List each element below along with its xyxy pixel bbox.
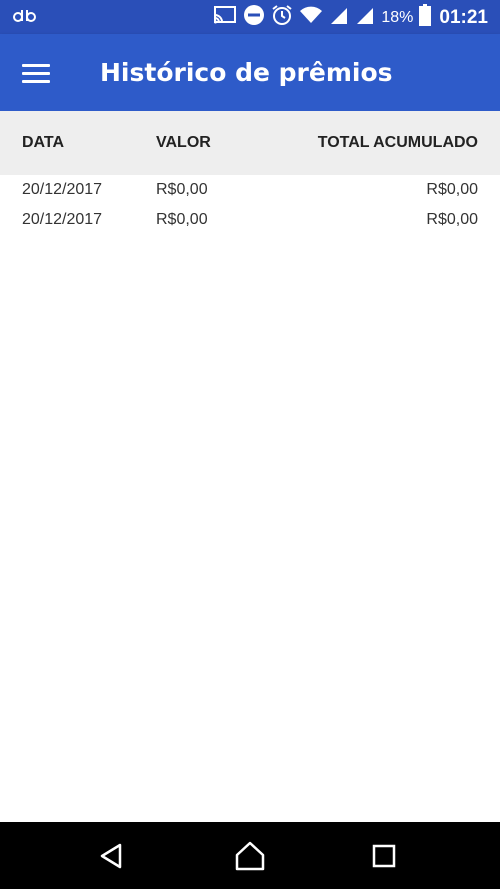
table-header: DATA VALOR TOTAL ACUMULADO [0, 111, 500, 175]
menu-icon [22, 63, 50, 67]
page-title: Histórico de prêmios [100, 58, 393, 87]
clock: 01:21 [439, 6, 488, 28]
row-date: 20/12/2017 [22, 211, 103, 228]
menu-button[interactable] [22, 56, 56, 90]
battery-percent: 18% [381, 8, 414, 26]
home-icon [230, 841, 270, 880]
table-row: 20/12/2017 R$0,00 R$0,00 [0, 205, 500, 235]
app-notification-icon [12, 6, 38, 29]
wifi-icon [299, 5, 323, 30]
row-value: R$0,00 [156, 181, 208, 198]
status-bar: 18% 01:21 [0, 0, 500, 34]
navigation-bar [0, 822, 500, 889]
battery-icon [419, 4, 432, 31]
status-left [12, 6, 38, 29]
signal-icon [329, 5, 349, 30]
app-bar: Histórico de prêmios [0, 34, 500, 111]
column-header-value: VALOR [156, 134, 211, 151]
alarm-icon [271, 4, 293, 31]
row-date: 20/12/2017 [22, 181, 103, 198]
column-header-date: DATA [22, 134, 65, 151]
home-button[interactable] [230, 836, 270, 876]
row-total: R$0,00 [426, 181, 478, 198]
column-header-total: TOTAL ACUMULADO [317, 134, 478, 151]
back-icon [92, 843, 132, 880]
back-button[interactable] [92, 836, 132, 876]
table-row: 20/12/2017 R$0,00 R$0,00 [0, 175, 500, 205]
recent-apps-icon [364, 844, 404, 880]
row-value: R$0,00 [156, 211, 208, 228]
cast-icon [213, 5, 237, 30]
status-right: 18% 01:21 [213, 4, 488, 31]
row-total: R$0,00 [426, 211, 478, 228]
recent-apps-button[interactable] [364, 836, 404, 876]
signal-icon [355, 5, 375, 30]
do-not-disturb-icon [243, 4, 265, 31]
